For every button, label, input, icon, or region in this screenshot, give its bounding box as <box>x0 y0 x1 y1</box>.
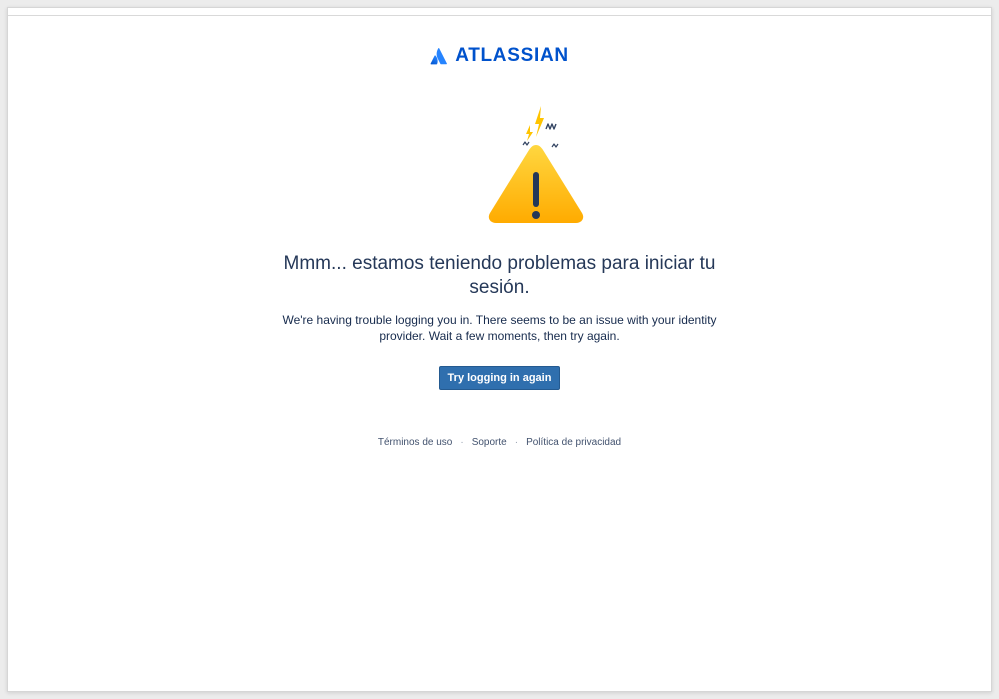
footer-link-terms[interactable]: Términos de uso <box>378 437 452 448</box>
squiggle-icon <box>522 141 530 146</box>
footer-link-support[interactable]: Soporte <box>472 437 507 448</box>
brand-name: ATLASSIAN <box>455 45 569 66</box>
error-heading-text: Mmm... estamos teniendo problemas para i… <box>283 253 716 298</box>
footer-separator: · <box>460 437 464 448</box>
error-heading: Mmm... estamos teniendo problemas para i… <box>8 252 991 300</box>
atlassian-mark-icon <box>430 47 448 64</box>
lightning-icon <box>535 106 544 137</box>
warning-triangle-icon <box>488 106 584 223</box>
footer-links: Términos de uso · Soporte · Política de … <box>8 437 991 448</box>
squiggle-icon <box>551 143 559 148</box>
footer-link-privacy[interactable]: Política de privacidad <box>526 437 621 448</box>
atlassian-logo: ATLASSIAN <box>8 46 991 65</box>
error-description: We're having trouble logging you in. The… <box>8 312 991 345</box>
browser-window: ATLASSIAN Mmm... estamos teniendo proble… <box>7 7 992 692</box>
footer-separator: · <box>514 437 519 448</box>
squiggle-icon <box>545 123 557 130</box>
lightning-icon <box>526 125 533 141</box>
action-area: Try logging in again <box>8 366 991 390</box>
error-description-text: We're having trouble logging you in. The… <box>282 313 717 343</box>
top-divider <box>8 15 991 16</box>
retry-login-button[interactable]: Try logging in again <box>438 366 561 390</box>
